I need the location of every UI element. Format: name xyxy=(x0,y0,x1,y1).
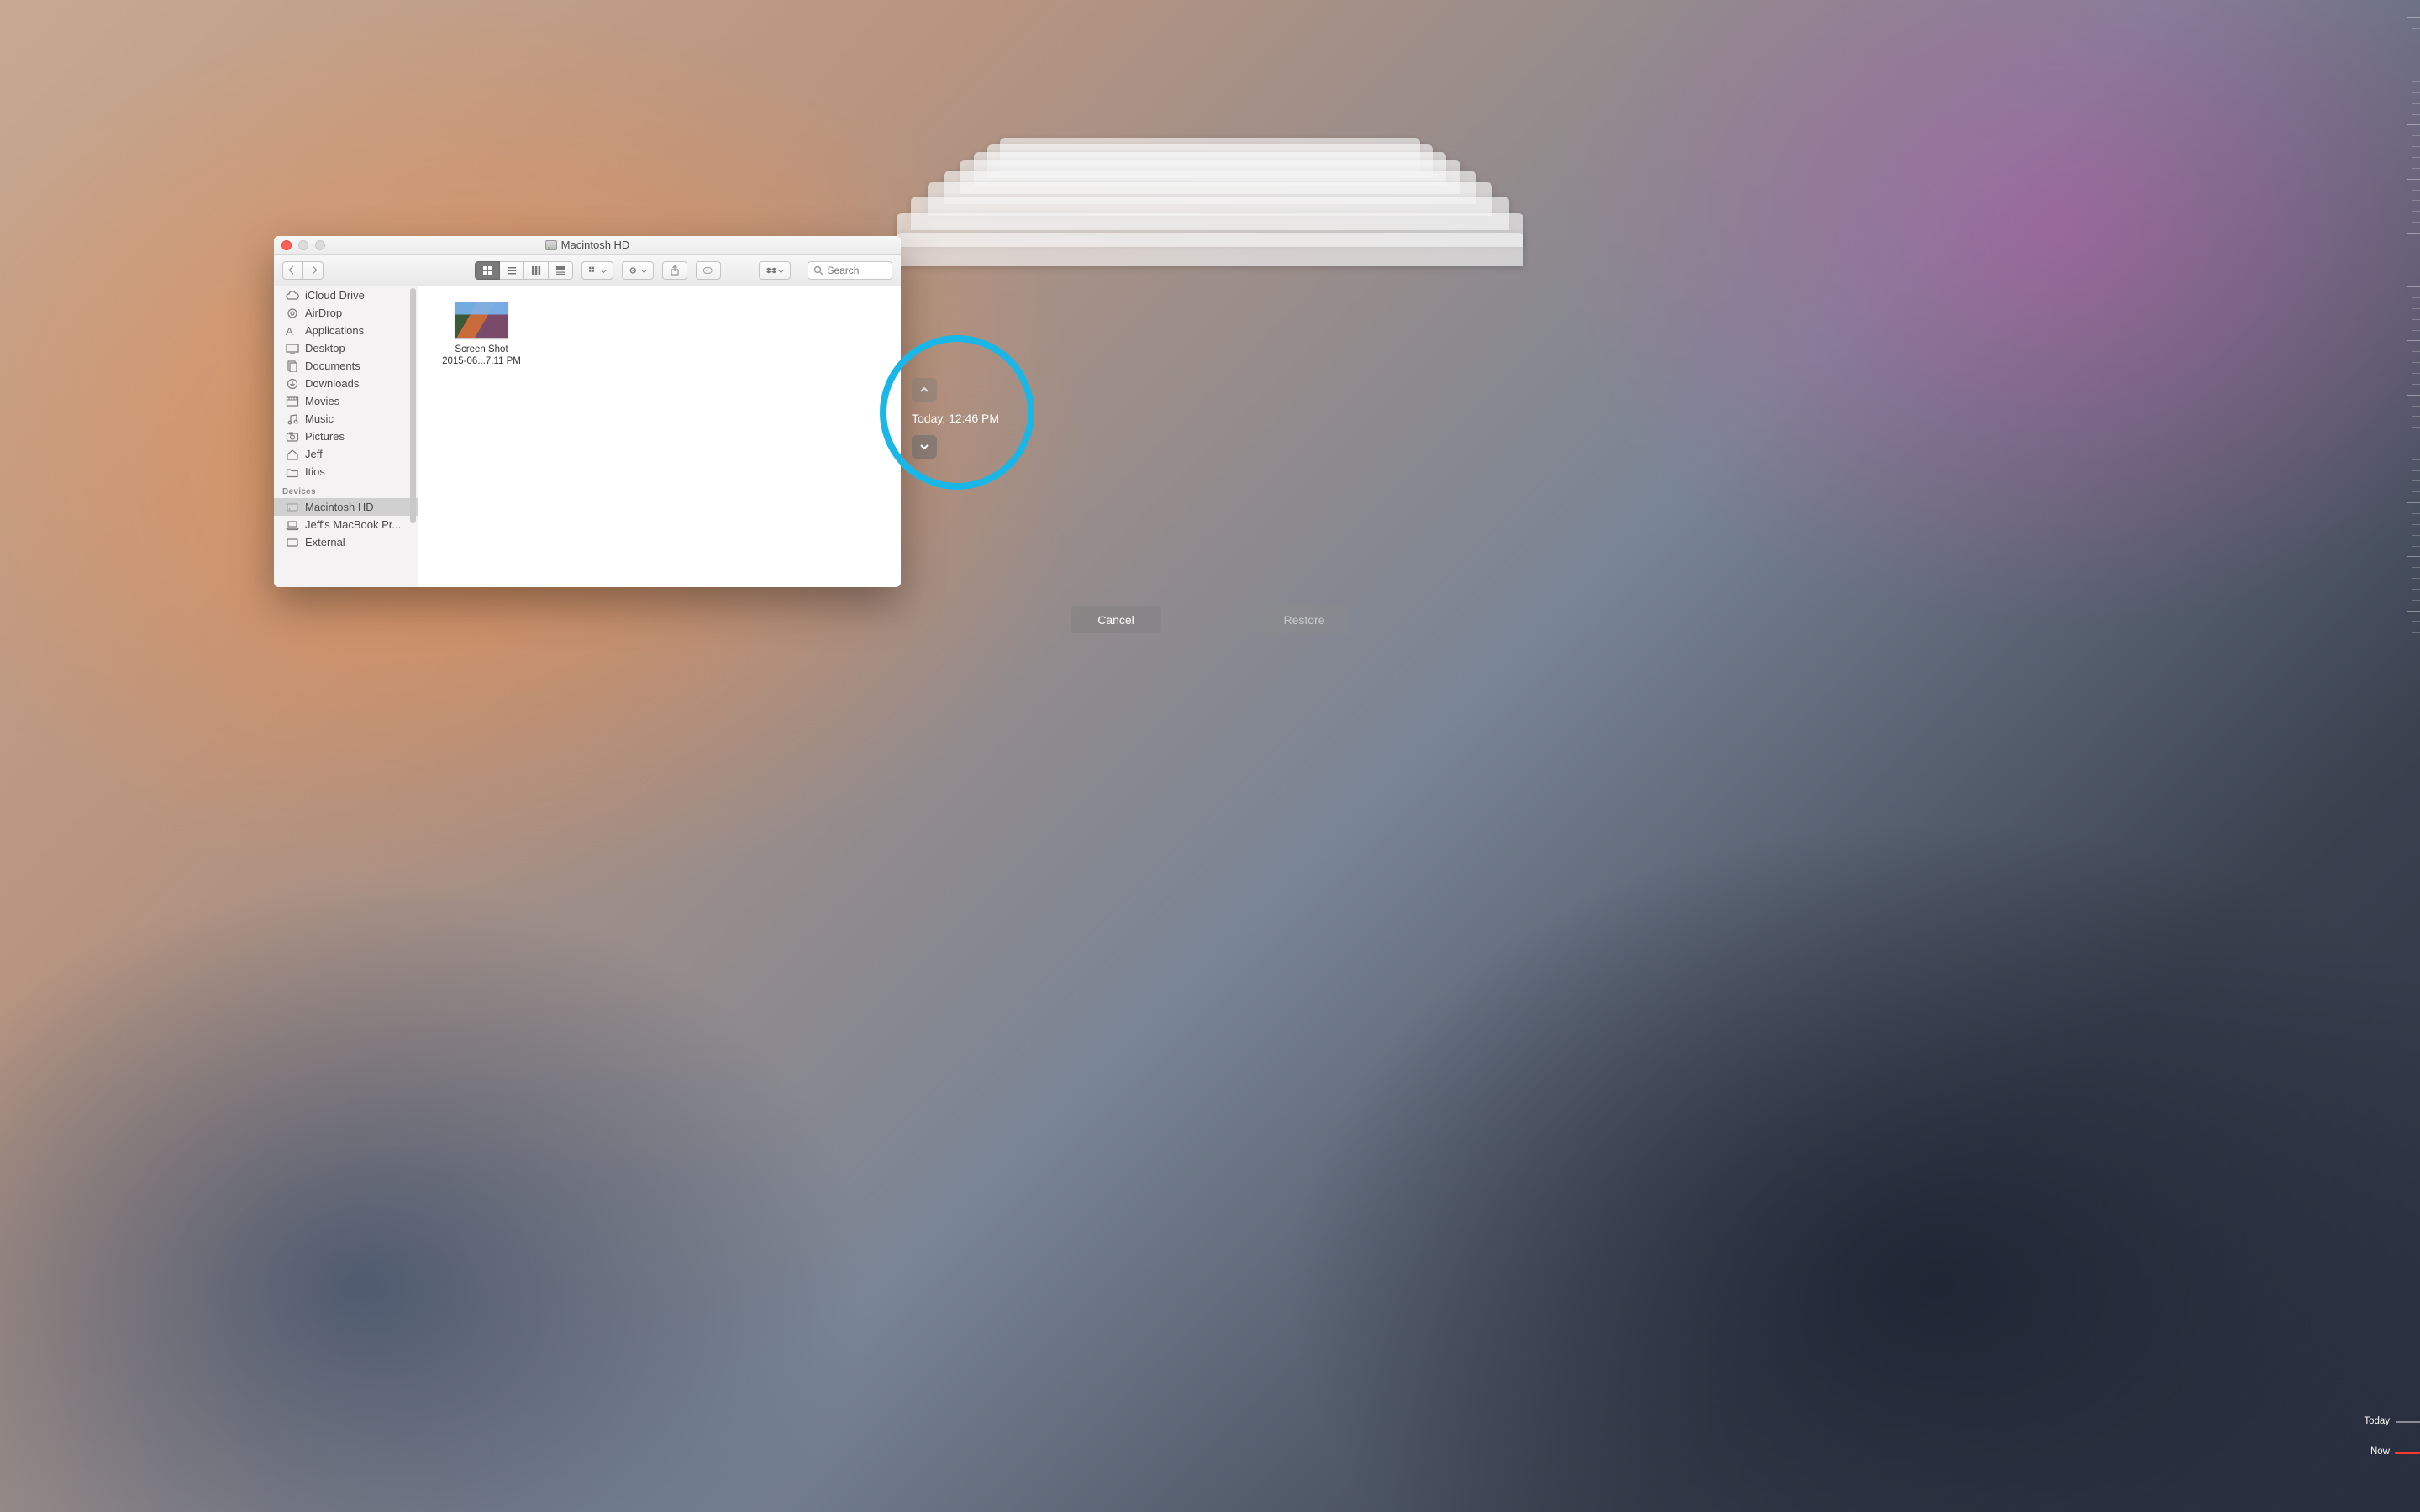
sidebar-item-label: Jeff's MacBook Pr... xyxy=(305,518,401,531)
laptop-icon xyxy=(286,519,299,531)
file-name: Screen Shot 2015-06...7.11 PM xyxy=(431,344,532,368)
column-view-button[interactable] xyxy=(524,261,549,280)
view-switcher xyxy=(475,261,573,280)
search-icon xyxy=(813,265,823,276)
timeline-newer-button[interactable] xyxy=(912,435,937,459)
sidebar-item-label: Documents xyxy=(305,360,360,372)
cancel-button[interactable]: Cancel xyxy=(1071,606,1161,633)
sidebar-item-label: Music xyxy=(305,412,334,425)
sidebar-scrollbar[interactable] xyxy=(410,288,416,523)
sidebar-item-label: Itios xyxy=(305,465,325,478)
window-title: Macintosh HD xyxy=(545,239,630,251)
downloads-icon xyxy=(286,378,299,390)
hd-ext-icon xyxy=(286,537,299,549)
sidebar-item-external[interactable]: External xyxy=(274,533,418,551)
sidebar-item-label: iCloud Drive xyxy=(305,289,365,302)
sidebar-item-jeff[interactable]: Jeff xyxy=(274,445,418,463)
sidebar-item-label: External xyxy=(305,536,345,549)
share-button[interactable] xyxy=(662,261,687,280)
cloud-icon xyxy=(286,290,299,302)
list-view-button[interactable] xyxy=(500,261,524,280)
forward-button[interactable] xyxy=(303,261,324,280)
timeline-ruler[interactable]: Today Now xyxy=(2391,15,2420,1500)
sidebar-item-label: AirDrop xyxy=(305,307,342,319)
content-area[interactable]: Screen Shot 2015-06...7.11 PM xyxy=(418,286,901,587)
dropbox-button[interactable] xyxy=(759,261,791,280)
sidebar-item-label: Downloads xyxy=(305,377,359,390)
sidebar-item-label: Macintosh HD xyxy=(305,501,374,513)
sidebar-item-downloads[interactable]: Downloads xyxy=(274,375,418,392)
tags-button[interactable] xyxy=(696,261,721,280)
window-title-text: Macintosh HD xyxy=(561,239,630,251)
close-button[interactable] xyxy=(281,240,292,250)
timeline-today-label: Today xyxy=(2364,1416,2390,1426)
sidebar-item-pictures[interactable]: Pictures xyxy=(274,428,418,445)
coverflow-view-button[interactable] xyxy=(549,261,573,280)
sidebar-item-label: Movies xyxy=(305,395,339,407)
restore-button[interactable]: Restore xyxy=(1259,606,1349,633)
sidebar: iCloud Drive AirDrop A Applications Desktop D… xyxy=(274,286,418,587)
file-thumbnail xyxy=(455,302,508,339)
sidebar-item-desktop[interactable]: Desktop xyxy=(274,339,418,357)
sidebar-item-label: Pictures xyxy=(305,430,345,443)
airdrop-icon xyxy=(286,307,299,319)
sidebar-item-itios[interactable]: Itios xyxy=(274,463,418,480)
timeline-current-label: Today, 12:46 PM xyxy=(912,410,999,427)
hd-disk-icon xyxy=(545,240,557,250)
search-field[interactable] xyxy=(808,261,892,280)
folder-icon xyxy=(286,466,299,478)
svg-text:A: A xyxy=(286,325,293,337)
toolbar xyxy=(274,255,901,286)
action-button[interactable] xyxy=(622,261,654,280)
action-buttons: Cancel Restore xyxy=(1071,606,1349,633)
home-icon xyxy=(286,449,299,460)
sidebar-item-label: Applications xyxy=(305,324,364,337)
documents-icon xyxy=(286,360,299,372)
timeline-older-button[interactable] xyxy=(912,378,937,402)
traffic-lights xyxy=(281,240,325,250)
sidebar-item-macintosh-hd[interactable]: Macintosh HD xyxy=(274,498,418,516)
titlebar: Macintosh HD xyxy=(274,236,901,255)
sidebar-item-label: Desktop xyxy=(305,342,345,354)
finder-window: Macintosh HD xyxy=(274,236,901,587)
sidebar-item-apps[interactable]: A Applications xyxy=(274,322,418,339)
back-button[interactable] xyxy=(282,261,303,280)
sidebar-item-icloud[interactable]: iCloud Drive xyxy=(274,286,418,304)
minimize-button[interactable] xyxy=(298,240,308,250)
apps-icon: A xyxy=(286,325,299,337)
sidebar-item-documents[interactable]: Documents xyxy=(274,357,418,375)
zoom-button[interactable] xyxy=(315,240,325,250)
sidebar-item-label: Jeff xyxy=(305,448,323,460)
icon-view-button[interactable] xyxy=(475,261,500,280)
desktop-icon xyxy=(286,343,299,354)
movies-icon xyxy=(286,396,299,407)
music-icon xyxy=(286,413,299,425)
pictures-icon xyxy=(286,431,299,443)
timeline-now-marker xyxy=(2395,1452,2420,1454)
arrange-button[interactable] xyxy=(581,261,613,280)
sidebar-item-airdrop[interactable]: AirDrop xyxy=(274,304,418,322)
sidebar-section-devices: Devices xyxy=(274,480,418,498)
hd-icon xyxy=(286,501,299,513)
sidebar-item-music[interactable]: Music xyxy=(274,410,418,428)
search-input[interactable] xyxy=(827,265,886,276)
arrange-group xyxy=(581,261,613,280)
file-item[interactable]: Screen Shot 2015-06...7.11 PM xyxy=(435,302,528,368)
sidebar-item-movies[interactable]: Movies xyxy=(274,392,418,410)
timeline-controls: Today, 12:46 PM xyxy=(912,378,999,459)
sidebar-item-macbook[interactable]: Jeff's MacBook Pr... xyxy=(274,516,418,533)
timeline-now-label: Now xyxy=(2370,1446,2390,1457)
nav-buttons xyxy=(282,261,324,280)
